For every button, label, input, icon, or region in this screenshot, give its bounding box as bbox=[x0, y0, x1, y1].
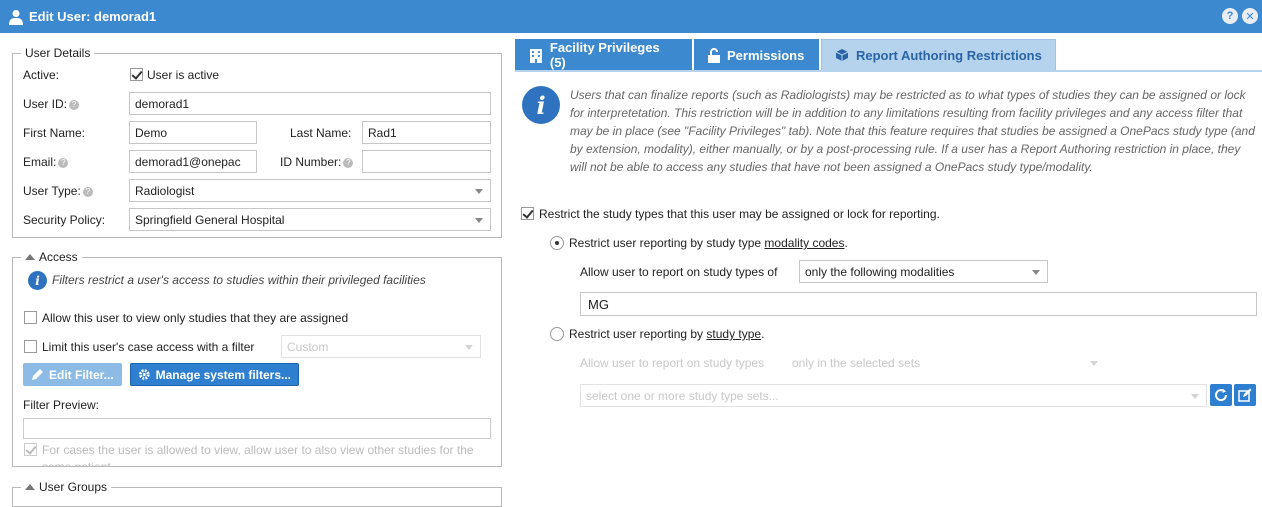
collapse-icon bbox=[25, 254, 35, 260]
active-label: Active: bbox=[23, 68, 60, 82]
restrictions-description: Users that can finalize reports (such as… bbox=[570, 88, 1255, 174]
chevron-down-icon bbox=[475, 189, 483, 194]
filter-select[interactable]: Custom bbox=[281, 335, 481, 358]
restrict-by-study-type-label: Restrict user reporting by study type. bbox=[569, 327, 765, 341]
refresh-icon bbox=[1215, 389, 1228, 402]
user-details-legend: User Details bbox=[21, 46, 95, 60]
limit-filter-checkbox[interactable] bbox=[24, 340, 37, 353]
user-groups-fieldset: User Groups bbox=[12, 480, 502, 507]
manage-system-filters-button[interactable]: Manage system filters... bbox=[130, 363, 299, 386]
security-policy-label: Security Policy: bbox=[23, 213, 106, 227]
edit-sets-button[interactable] bbox=[1234, 384, 1256, 406]
security-policy-select[interactable]: Springfield General Hospital bbox=[129, 208, 491, 231]
chevron-down-icon bbox=[1191, 394, 1199, 399]
modality-codes-link[interactable]: modality codes bbox=[764, 236, 844, 250]
email-input[interactable]: demorad1@onepac bbox=[129, 150, 257, 173]
building-icon bbox=[529, 48, 542, 63]
filter-preview-box bbox=[23, 418, 491, 439]
help-icon: ? bbox=[82, 186, 93, 197]
other-studies-label: For cases the user is allowed to view, a… bbox=[42, 443, 474, 466]
access-legend[interactable]: Access bbox=[21, 250, 82, 264]
first-name-input[interactable]: Demo bbox=[129, 121, 257, 144]
tab-permissions[interactable]: Permissions bbox=[694, 39, 819, 71]
info-icon: i bbox=[522, 86, 560, 124]
allow-report-label: Allow user to report on study types of bbox=[580, 265, 778, 279]
last-name-input[interactable]: Rad1 bbox=[362, 121, 491, 144]
user-active-checkbox[interactable] bbox=[130, 68, 143, 81]
edit-icon bbox=[1238, 388, 1252, 402]
restrict-by-modality-label: Restrict user reporting by study type mo… bbox=[569, 236, 848, 250]
tab-underline bbox=[515, 70, 1262, 72]
pencil-icon bbox=[32, 369, 43, 380]
allow-assigned-label: Allow this user to view only studies tha… bbox=[42, 311, 349, 325]
help-icon: ? bbox=[69, 99, 80, 110]
restrict-study-types-label: Restrict the study types that this user … bbox=[539, 207, 940, 221]
last-name-label: Last Name: bbox=[290, 126, 352, 140]
gear-icon bbox=[138, 369, 150, 380]
cube-icon bbox=[835, 49, 849, 61]
study-type-sets-select[interactable]: select one or more study type sets... bbox=[580, 384, 1207, 407]
study-type-link[interactable]: study type bbox=[706, 327, 761, 341]
user-type-select[interactable]: Radiologist bbox=[129, 179, 491, 202]
limit-filter-label: Limit this user's case access with a fil… bbox=[42, 340, 255, 354]
window-titlebar: Edit User: demorad1 ? ✕ bbox=[0, 0, 1262, 33]
other-studies-checkbox[interactable] bbox=[24, 443, 37, 456]
collapse-icon bbox=[25, 484, 35, 490]
user-id-label: User ID:? bbox=[23, 97, 80, 111]
user-active-label: User is active bbox=[147, 68, 220, 82]
modalities-input[interactable]: MG bbox=[580, 292, 1257, 316]
chevron-down-icon bbox=[465, 345, 473, 350]
tab-facility-privileges[interactable]: Facility Privileges (5) bbox=[515, 39, 692, 71]
modality-mode-select[interactable]: only the following modalities bbox=[799, 260, 1048, 283]
unlock-icon bbox=[708, 47, 720, 63]
access-info-text: Filters restrict a user's access to stud… bbox=[52, 273, 426, 287]
chevron-down-icon bbox=[475, 218, 483, 223]
restrict-by-modality-radio[interactable] bbox=[550, 236, 564, 250]
refresh-button[interactable] bbox=[1210, 384, 1232, 406]
window-title: Edit User: demorad1 bbox=[29, 9, 157, 24]
allow-report-label-disabled: Allow user to report on study types bbox=[580, 356, 765, 370]
filter-preview-label: Filter Preview: bbox=[23, 398, 100, 412]
study-type-mode-select[interactable]: only in the selected sets bbox=[786, 351, 1106, 374]
allow-assigned-checkbox[interactable] bbox=[24, 311, 37, 324]
user-type-label: User Type:? bbox=[23, 184, 93, 198]
id-number-input[interactable] bbox=[362, 150, 491, 173]
tab-report-authoring-restrictions[interactable]: Report Authoring Restrictions bbox=[821, 39, 1056, 71]
email-label: Email:? bbox=[23, 155, 69, 169]
user-icon bbox=[9, 9, 23, 25]
first-name-label: First Name: bbox=[23, 126, 86, 140]
user-id-input[interactable]: demorad1 bbox=[129, 92, 491, 115]
chevron-down-icon bbox=[1090, 361, 1098, 366]
id-number-label: ID Number:? bbox=[280, 155, 354, 169]
restrict-study-types-checkbox[interactable] bbox=[521, 207, 534, 220]
info-icon: i bbox=[28, 271, 47, 290]
edit-filter-button[interactable]: Edit Filter... bbox=[23, 363, 122, 386]
help-icon: ? bbox=[343, 157, 354, 168]
close-button[interactable]: ✕ bbox=[1242, 8, 1258, 24]
restrict-by-study-type-radio[interactable] bbox=[550, 327, 564, 341]
user-groups-legend[interactable]: User Groups bbox=[21, 480, 112, 494]
chevron-down-icon bbox=[1032, 270, 1040, 275]
help-icon: ? bbox=[58, 157, 69, 168]
help-button[interactable]: ? bbox=[1222, 8, 1238, 24]
